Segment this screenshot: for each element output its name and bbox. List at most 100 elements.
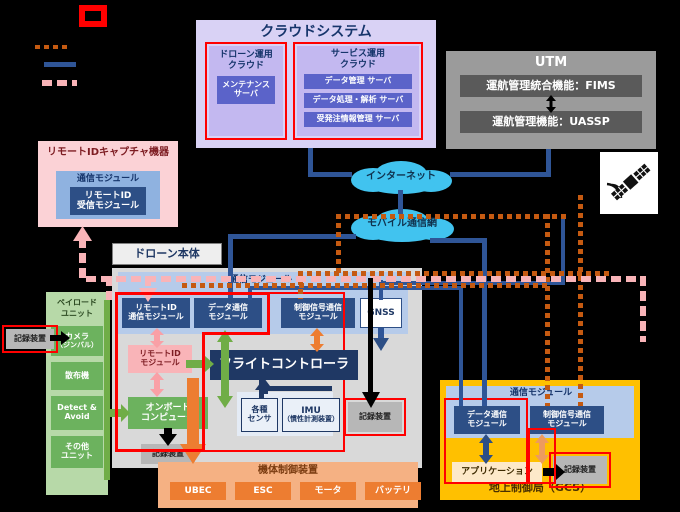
capture-comm-module-panel: 通信モジュール リモートID 受信モジュール (56, 171, 160, 219)
utm-bidirectional-arrow (546, 95, 556, 113)
satellite-icon (606, 163, 651, 201)
data-management-server-box: データ管理 サーバ (304, 74, 412, 89)
legend-line-orange-dotted (35, 45, 67, 49)
capture-comm-module-label: 通信モジュール (76, 173, 140, 184)
satellite-panel (600, 152, 658, 214)
mobile-to-gcs-line-v (482, 238, 487, 406)
mobile-to-gcs-line-h (430, 238, 486, 243)
mobile-network-cloud-label: モバイル通信網 (367, 218, 437, 230)
airframe-control-panel: 機体制御装置 UBEC ESC モータ バッテリ (158, 462, 421, 508)
drone-ops-cloud-title-line2: クラウド (227, 61, 264, 72)
legend-marker-red-square (79, 5, 107, 27)
order-info-server-box: 受発注情報管理 サーバ (304, 112, 412, 127)
mobile-to-drone-line-v (228, 234, 233, 298)
cloud-system-title: クラウドシステム (260, 24, 372, 41)
drone-red-group-bottom (115, 449, 205, 452)
remote-id-capture-title: リモートIDキャプチャ機器 (47, 147, 169, 159)
payload-recorder-box: 記録装置 (6, 329, 54, 349)
legend-line-pink-dashed (42, 80, 77, 86)
drone-ops-cloud-panel: ドローン運用 クラウド メンテナンス サーバ (209, 46, 283, 136)
airframe-part-motor: モータ (300, 482, 356, 500)
remote-id-module-box: リモートID モジュール (128, 345, 192, 373)
remote-id-dashed-h-main (86, 276, 646, 282)
gcs-controlcomm-to-app-arrow (535, 434, 549, 464)
internet-cloud: インターネット (347, 160, 455, 194)
remote-id-comm-to-module-arrow (150, 328, 164, 348)
capture-uplink-arrowhead (73, 226, 92, 241)
diagram-canvas: クラウドシステム ドローン運用 クラウド メンテナンス サーバ サービス運用 ク… (0, 0, 680, 512)
data-processing-server-box: データ処理・解析 サーバ (304, 93, 412, 108)
internet-to-mobile-line (398, 190, 403, 214)
drone-body-title: ドローン本体 (134, 246, 200, 260)
gnss-to-fc-arrowhead (373, 338, 389, 351)
sensors-to-fc-line (259, 380, 264, 398)
cloud-to-internet-line-h (308, 172, 352, 177)
remote-id-receiver-label-line2: 受信モジュール (76, 201, 140, 211)
internet-cloud-label: インターネット (366, 171, 436, 183)
internet-to-utm-line-v (546, 149, 551, 177)
payload-unit-panel: ペイロード ユニット カメラ （ジンバル） 散布機 Detect & Avoid… (46, 292, 108, 495)
fc-recorder-arrowhead (362, 392, 380, 408)
drone-red-group-top (115, 292, 197, 295)
control-comm-to-fc-arrow (310, 328, 324, 352)
airframe-part-esc: ESC (235, 482, 291, 500)
imu-box: IMU （慣性計測装置） (282, 398, 340, 432)
service-ops-cloud-panel: サービス運用 クラウド データ管理 サーバ データ処理・解析 サーバ 受発注情報… (297, 46, 419, 136)
service-ops-cloud-title-line2: クラウド (339, 60, 376, 71)
obc-to-fc-arrow (186, 356, 214, 372)
gcs-datacomm-to-app-arrow (479, 434, 493, 464)
internet-to-utm-line-h (450, 172, 550, 177)
sensors-to-fc-arrow (255, 378, 273, 394)
utm-panel: UTM 運航管理統合機能：FIMS 運航管理機能：UASSP (446, 51, 656, 149)
drone-red-group-top2 (194, 292, 270, 295)
remote-id-module-to-obc-arrow (150, 372, 164, 397)
control-dotted-v-gcs-b (578, 195, 583, 406)
utm-title: UTM (534, 54, 568, 70)
airframe-part-ubec: UBEC (170, 482, 226, 500)
control-dotted-h-lower (182, 283, 548, 288)
service-ops-cloud-group: サービス運用 クラウド データ管理 サーバ データ処理・解析 サーバ 受発注情報… (293, 42, 423, 140)
obc-to-data-comm-arrow (217, 330, 233, 408)
remote-id-receiver-box: リモートID 受信モジュール (70, 187, 146, 215)
various-sensors-line2: センサ (247, 414, 272, 423)
payload-item-detect-avoid: Detect & Avoid (51, 396, 103, 430)
remote-id-receiver-label-line1: リモートID (84, 190, 132, 201)
control-dotted-v-drone (336, 214, 341, 274)
remote-id-module-line2: モジュール (140, 358, 180, 367)
cloud-to-internet-line-v (308, 148, 313, 174)
payload-unit-title-line1: ペイロード (57, 298, 97, 308)
airframe-control-title: 機体制御装置 (258, 465, 318, 477)
remote-id-dashed-arrowhead (139, 288, 157, 302)
drone-red-group-step-h (202, 332, 270, 335)
service-ops-cloud-title-line1: サービス運用 (330, 49, 385, 60)
payload-detect-line2: Avoid (64, 412, 90, 421)
obc-to-recorder-arrow (159, 428, 177, 446)
drone-red-group-right-upper (267, 292, 270, 335)
imu-line2: （慣性計測装置） (283, 415, 339, 424)
control-dotted-v-gcs-a (545, 214, 550, 406)
payload-item-other: その他 ユニット (51, 436, 103, 468)
fc-to-recorder-line (368, 278, 373, 398)
drone-ops-cloud-title-line1: ドローン運用 (219, 50, 273, 61)
payload-item-sprayer: 散布機 (51, 362, 103, 390)
remote-id-dashed-v-module (106, 276, 112, 300)
airframe-part-battery: バッテリ (365, 482, 421, 500)
payload-bus-line (104, 300, 110, 480)
drone-gcs-data-line-v-right (459, 286, 463, 406)
fims-box: 運航管理統合機能：FIMS (460, 75, 642, 97)
remote-id-dashed-v-capture (86, 276, 92, 282)
capture-uplink-dashed-line (79, 238, 86, 280)
legend-line-blue-solid (44, 62, 76, 67)
payload-other-line2: ユニット (61, 451, 93, 460)
drone-ops-cloud-group: ドローン運用 クラウド メンテナンス サーバ (205, 42, 287, 140)
maintenance-server-box: メンテナンス サーバ (217, 76, 275, 104)
drone-red-group-left (115, 292, 118, 452)
remote-id-capture-panel: リモートIDキャプチャ機器 通信モジュール リモートID 受信モジュール (38, 141, 178, 227)
maintenance-server-label-line2: サーバ (234, 89, 258, 98)
drone-body-title-box: ドローン本体 (112, 243, 222, 265)
remote-id-dashed-v-right (640, 276, 646, 342)
uassp-box: 運航管理機能：UASSP (460, 111, 642, 133)
mobile-control-dotted-h-top (336, 214, 566, 219)
various-sensors-box: 各種 センサ (241, 398, 278, 432)
payload-unit-title-line2: ユニット (61, 309, 93, 319)
